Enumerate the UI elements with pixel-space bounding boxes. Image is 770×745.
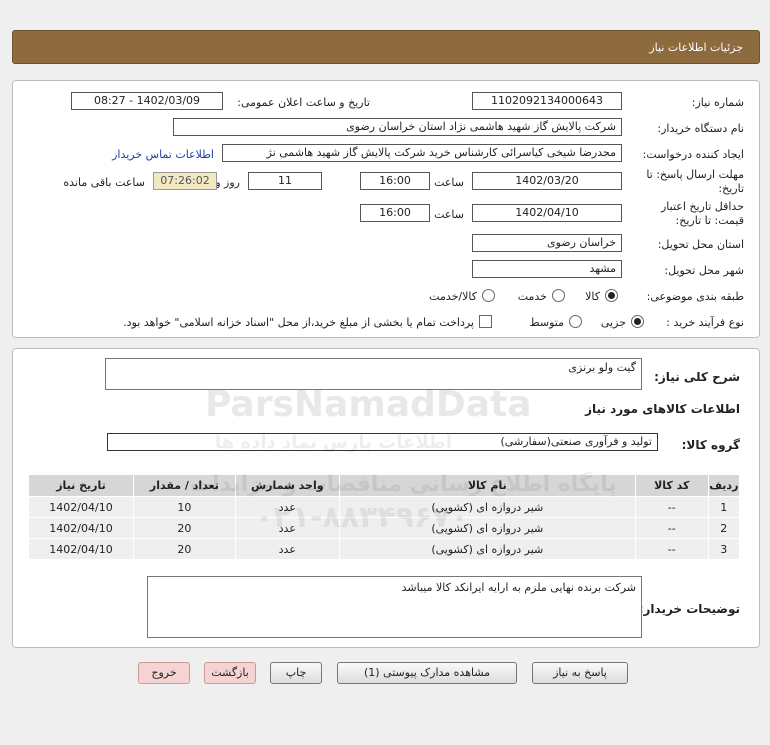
cell-date: 1402/04/10 xyxy=(28,538,134,560)
col-qty-header: تعداد / مقدار xyxy=(133,474,236,497)
cell-unit: عدد xyxy=(234,517,340,539)
cell-qty: 10 xyxy=(133,496,236,518)
province-label: استان محل تحویل: xyxy=(657,238,744,251)
requester-label: ایجاد کننده درخواست: xyxy=(642,148,744,161)
buyer-notes-label: توضیحات خریدار: xyxy=(638,602,740,616)
time-remaining-label: ساعت باقی مانده xyxy=(63,176,145,189)
group-label: گروه کالا: xyxy=(681,438,740,452)
treasury-payment-note: پرداخت تمام یا بخشی از مبلغ خرید،از محل … xyxy=(123,316,474,329)
cell-unit: عدد xyxy=(234,496,340,518)
category-goods-service-radio[interactable] xyxy=(482,289,495,302)
col-row-header: ردیف xyxy=(707,474,741,497)
reply-button[interactable]: پاسخ به نیاز xyxy=(532,662,628,684)
process-medium-label: متوسط xyxy=(529,316,564,329)
cell-date: 1402/04/10 xyxy=(28,496,134,518)
process-label: نوع فرآیند خرید : xyxy=(666,316,744,329)
col-name-header: نام کالا xyxy=(338,474,636,497)
cell-code: -- xyxy=(634,538,709,560)
announce-field: 1402/03/09 - 08:27 xyxy=(71,92,223,110)
days-remaining-field: 11 xyxy=(248,172,322,190)
cell-row: 1 xyxy=(707,496,741,518)
need-number-field: 1102092134000643 xyxy=(472,92,622,110)
category-service-label: خدمت xyxy=(517,290,547,303)
deadline-time-label: ساعت xyxy=(434,176,464,189)
items-table: ردیف کد کالا نام کالا واحد شمارش تعداد /… xyxy=(28,474,741,560)
city-field: مشهد xyxy=(472,260,622,278)
category-goods-label: کالا xyxy=(585,290,600,303)
announce-label: تاریخ و ساعت اعلان عمومی: xyxy=(237,96,370,109)
deadline-label-1: مهلت ارسال پاسخ: تا xyxy=(646,168,744,181)
cell-date: 1402/04/10 xyxy=(28,517,134,539)
col-unit-header: واحد شمارش xyxy=(234,474,340,497)
deadline-label-2: تاریخ: xyxy=(718,182,744,195)
goods-info-title: اطلاعات کالاهای مورد نیاز xyxy=(585,402,740,416)
deadline-date-field: 1402/03/20 xyxy=(472,172,622,190)
cell-name: شیر دروازه ای (کشویی) xyxy=(338,496,636,518)
city-label: شهر محل تحویل: xyxy=(664,264,744,277)
exit-button[interactable]: خروج xyxy=(138,662,190,684)
cell-qty: 20 xyxy=(133,538,236,560)
col-date-header: تاریخ نیاز xyxy=(28,474,134,497)
cell-unit: عدد xyxy=(234,538,340,560)
attachments-button[interactable]: مشاهده مدارک پیوستی (1) xyxy=(337,662,517,684)
table-row: 1 -- شیر دروازه ای (کشویی) عدد 10 1402/0… xyxy=(28,496,741,518)
table-header-row: ردیف کد کالا نام کالا واحد شمارش تعداد /… xyxy=(28,474,741,497)
validity-label-1: حداقل تاریخ اعتبار xyxy=(660,200,744,213)
province-field: خراسان رضوی xyxy=(472,234,622,252)
table-row: 3 -- شیر دروازه ای (کشویی) عدد 20 1402/0… xyxy=(28,538,741,560)
deadline-time-field: 16:00 xyxy=(360,172,430,190)
cell-row: 2 xyxy=(707,517,741,539)
requester-field: مجدرضا شیخی کیاسرائی کارشناس خرید شرکت پ… xyxy=(222,144,622,162)
days-label: روز و xyxy=(215,176,240,189)
cell-name: شیر دروازه ای (کشویی) xyxy=(338,517,636,539)
category-label: طبقه بندی موضوعی: xyxy=(646,290,744,303)
page-title: جزئیات اطلاعات نیاز xyxy=(649,41,743,54)
table-row: 2 -- شیر دروازه ای (کشویی) عدد 20 1402/0… xyxy=(28,517,741,539)
category-goods-service-label: کالا/خدمت xyxy=(429,290,477,303)
category-service-radio[interactable] xyxy=(552,289,565,302)
back-button[interactable]: بازگشت xyxy=(204,662,256,684)
category-goods-radio[interactable] xyxy=(605,289,618,302)
validity-label-2: قیمت: تا تاریخ: xyxy=(675,214,744,227)
process-minor-label: جزیی xyxy=(600,316,626,329)
need-number-label: شماره نیاز: xyxy=(691,96,744,109)
cell-code: -- xyxy=(634,496,709,518)
description-label: شرح کلی نیاز: xyxy=(654,370,740,384)
contact-buyer-link[interactable]: اطلاعات تماس خریدار xyxy=(112,148,214,161)
cell-code: -- xyxy=(634,517,709,539)
buyer-notes-field: شرکت برنده نهایی ملزم به ارایه ایرانکد ک… xyxy=(147,576,642,638)
validity-time-label: ساعت xyxy=(434,208,464,221)
cell-name: شیر دروازه ای (کشویی) xyxy=(338,538,636,560)
buyer-org-label: نام دستگاه خریدار: xyxy=(657,122,744,135)
process-minor-radio[interactable] xyxy=(631,315,644,328)
validity-date-field: 1402/04/10 xyxy=(472,204,622,222)
buyer-org-field: شرکت پالایش گاز شهید هاشمی نژاد استان خر… xyxy=(173,118,622,136)
col-code-header: کد کالا xyxy=(634,474,709,497)
process-medium-radio[interactable] xyxy=(569,315,582,328)
page-header: جزئیات اطلاعات نیاز xyxy=(12,30,760,64)
time-remaining-field: 07:26:02 xyxy=(153,172,217,190)
cell-qty: 20 xyxy=(133,517,236,539)
validity-time-field: 16:00 xyxy=(360,204,430,222)
group-field: تولید و فرآوری صنعتی(سفارشی) xyxy=(107,433,658,451)
print-button[interactable]: چاپ xyxy=(270,662,322,684)
description-field: گیت ولو برنزی xyxy=(105,358,642,390)
cell-row: 3 xyxy=(707,538,741,560)
treasury-payment-checkbox[interactable] xyxy=(479,315,492,328)
